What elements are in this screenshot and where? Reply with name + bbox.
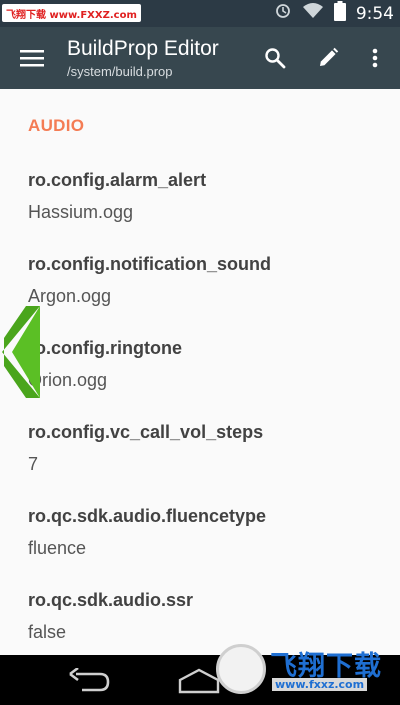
wifi-icon xyxy=(302,2,324,25)
property-key: ro.config.vc_call_vol_steps xyxy=(28,422,264,442)
property-item[interactable]: ro.config.notification_sound Argon.ogg xyxy=(28,253,388,337)
property-item[interactable]: ro.config.vc_call_vol_steps 7 xyxy=(28,421,388,505)
nav-back-icon[interactable] xyxy=(68,666,112,694)
property-key: ro.config.alarm_alert xyxy=(28,170,207,190)
file-path-subtitle: /system/build.prop xyxy=(67,64,173,79)
alarm-icon xyxy=(274,2,292,25)
property-value: Argon.ogg xyxy=(28,286,112,306)
property-value: Hassium.ogg xyxy=(28,202,134,222)
status-icons: 9:54 xyxy=(274,0,394,27)
property-item[interactable]: ro.config.ringtone Orion.ogg xyxy=(28,337,388,421)
property-value: 7 xyxy=(28,454,39,474)
battery-icon xyxy=(333,1,346,26)
property-key: ro.config.notification_sound xyxy=(28,254,271,274)
section-header-audio: AUDIO xyxy=(28,116,85,135)
menu-icon[interactable] xyxy=(14,44,50,72)
watermark-logo-url: www.fxxz.com xyxy=(272,678,368,691)
property-value: Orion.ogg xyxy=(28,370,108,390)
property-key: ro.qc.sdk.audio.ssr xyxy=(28,590,194,610)
app-bar: BuildProp Editor /system/build.prop xyxy=(0,27,400,89)
search-icon[interactable] xyxy=(261,44,289,72)
property-key: ro.config.ringtone xyxy=(28,338,182,358)
more-vert-icon[interactable] xyxy=(361,44,389,72)
property-item[interactable]: ro.qc.sdk.audio.fluencetype fluence xyxy=(28,505,388,589)
watermark-logo: 飞翔下载 www.fxxz.com xyxy=(216,640,388,698)
property-key: ro.qc.sdk.audio.fluencetype xyxy=(28,506,267,526)
status-clock: 9:54 xyxy=(355,3,394,24)
property-value: fluence xyxy=(28,538,87,558)
edit-icon[interactable] xyxy=(314,44,342,72)
chevron-left-icon[interactable] xyxy=(2,306,42,398)
app-title: BuildProp Editor xyxy=(67,37,219,60)
app-bar-titles: BuildProp Editor /system/build.prop xyxy=(67,36,219,81)
watermark-badge: 飞翔下载 www.FXXZ.com xyxy=(2,4,141,22)
property-item[interactable]: ro.config.alarm_alert Hassium.ogg xyxy=(28,169,388,253)
property-list: ro.config.alarm_alert Hassium.ogg ro.confi… xyxy=(28,169,388,655)
status-bar: 飞翔下载 www.FXXZ.com 9:54 xyxy=(0,0,400,27)
property-list-screen: AUDIO ro.config.alarm_alert Hassium.ogg ro… xyxy=(0,89,400,655)
watermark-logo-emblem xyxy=(216,644,266,694)
